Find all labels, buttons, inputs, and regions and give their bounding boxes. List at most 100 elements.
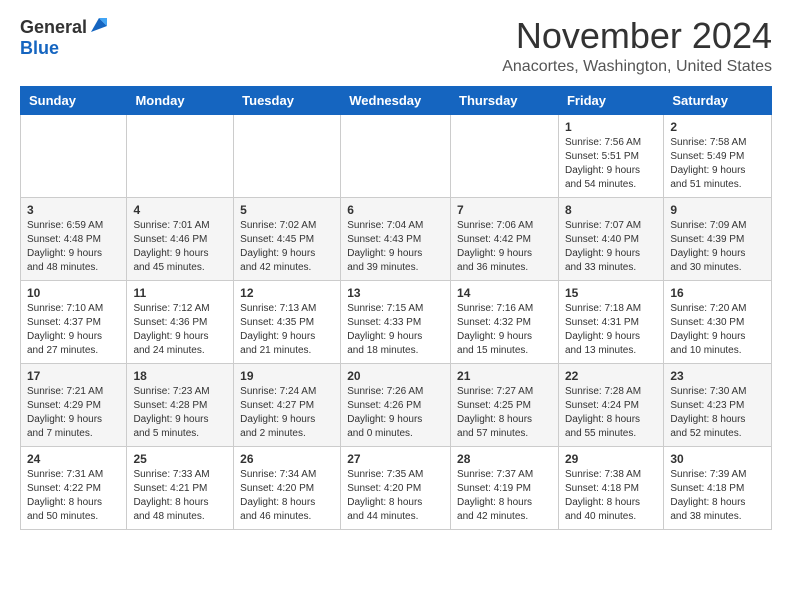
calendar-week-1: 1 Sunrise: 7:56 AM Sunset: 5:51 PM Daylig… [21,114,772,197]
day-info: Sunrise: 7:28 AM Sunset: 4:24 PM Dayligh… [565,385,657,441]
day-number: 18 [133,369,227,383]
day-info: Sunrise: 7:26 AM Sunset: 4:26 PM Dayligh… [347,385,444,441]
calendar-cell: 29 Sunrise: 7:38 AM Sunset: 4:18 PM Dayli… [558,446,663,529]
day-number: 14 [457,286,552,300]
day-number: 13 [347,286,444,300]
calendar-cell: 11Sunrise: 7:12 AM Sunset: 4:36 PM Dayli… [127,280,234,363]
calendar-header-friday: Friday [558,86,663,114]
calendar-cell: 12 Sunrise: 7:13 AM Sunset: 4:35 PM Dayli… [234,280,341,363]
calendar-cell: 16 Sunrise: 7:20 AM Sunset: 4:30 PM Dayli… [664,280,772,363]
month-title: November 2024 [502,16,772,56]
day-number: 30 [670,452,765,466]
calendar-cell: 9 Sunrise: 7:09 AM Sunset: 4:39 PM Daylig… [664,197,772,280]
logo-bird-icon [89,16,107,34]
day-info: Sunrise: 7:01 AM Sunset: 4:46 PM Dayligh… [133,219,227,275]
title-block: November 2024 Anacortes, Washington, Uni… [502,16,772,76]
day-number: 6 [347,203,444,217]
day-info: Sunrise: 7:12 AM Sunset: 4:36 PM Dayligh… [133,302,227,358]
page: General Blue November 2024 Anacortes, Wa… [0,0,792,546]
day-info: Sunrise: 7:37 AM Sunset: 4:19 PM Dayligh… [457,468,552,524]
day-number: 4 [133,203,227,217]
day-number: 5 [240,203,334,217]
day-info: Sunrise: 7:39 AM Sunset: 4:18 PM Dayligh… [670,468,765,524]
day-info: Sunrise: 7:38 AM Sunset: 4:18 PM Dayligh… [565,468,657,524]
day-info: Sunrise: 7:13 AM Sunset: 4:35 PM Dayligh… [240,302,334,358]
day-number: 15 [565,286,657,300]
day-number: 28 [457,452,552,466]
calendar-cell: 13Sunrise: 7:15 AM Sunset: 4:33 PM Dayli… [341,280,451,363]
calendar-week-3: 10Sunrise: 7:10 AM Sunset: 4:37 PM Dayli… [21,280,772,363]
day-info: Sunrise: 7:30 AM Sunset: 4:23 PM Dayligh… [670,385,765,441]
calendar-cell: 8Sunrise: 7:07 AM Sunset: 4:40 PM Daylig… [558,197,663,280]
calendar-header-tuesday: Tuesday [234,86,341,114]
calendar-cell: 6 Sunrise: 7:04 AM Sunset: 4:43 PM Daylig… [341,197,451,280]
day-info: Sunrise: 7:24 AM Sunset: 4:27 PM Dayligh… [240,385,334,441]
calendar-table: SundayMondayTuesdayWednesdayThursdayFrid… [20,86,772,530]
calendar-cell: 4 Sunrise: 7:01 AM Sunset: 4:46 PM Daylig… [127,197,234,280]
day-info: Sunrise: 7:18 AM Sunset: 4:31 PM Dayligh… [565,302,657,358]
day-info: Sunrise: 7:16 AM Sunset: 4:32 PM Dayligh… [457,302,552,358]
calendar-cell: 10Sunrise: 7:10 AM Sunset: 4:37 PM Dayli… [21,280,127,363]
calendar-cell: 5 Sunrise: 7:02 AM Sunset: 4:45 PM Daylig… [234,197,341,280]
logo-blue: Blue [20,39,59,59]
day-info: Sunrise: 7:20 AM Sunset: 4:30 PM Dayligh… [670,302,765,358]
calendar-cell [341,114,451,197]
day-number: 20 [347,369,444,383]
calendar-cell: 15 Sunrise: 7:18 AM Sunset: 4:31 PM Dayli… [558,280,663,363]
day-info: Sunrise: 7:35 AM Sunset: 4:20 PM Dayligh… [347,468,444,524]
calendar-cell: 27 Sunrise: 7:35 AM Sunset: 4:20 PM Dayli… [341,446,451,529]
day-number: 23 [670,369,765,383]
calendar-header-row: SundayMondayTuesdayWednesdayThursdayFrid… [21,86,772,114]
calendar-cell: 26 Sunrise: 7:34 AM Sunset: 4:20 PM Dayli… [234,446,341,529]
day-number: 27 [347,452,444,466]
calendar-cell [21,114,127,197]
day-info: Sunrise: 7:34 AM Sunset: 4:20 PM Dayligh… [240,468,334,524]
day-info: Sunrise: 6:59 AM Sunset: 4:48 PM Dayligh… [27,219,120,275]
calendar-cell [127,114,234,197]
day-number: 2 [670,120,765,134]
day-number: 16 [670,286,765,300]
calendar-header-thursday: Thursday [451,86,559,114]
day-info: Sunrise: 7:02 AM Sunset: 4:45 PM Dayligh… [240,219,334,275]
day-number: 21 [457,369,552,383]
calendar-cell: 17Sunrise: 7:21 AM Sunset: 4:29 PM Dayli… [21,363,127,446]
day-info: Sunrise: 7:07 AM Sunset: 4:40 PM Dayligh… [565,219,657,275]
day-number: 19 [240,369,334,383]
day-info: Sunrise: 7:27 AM Sunset: 4:25 PM Dayligh… [457,385,552,441]
day-number: 7 [457,203,552,217]
calendar-header-saturday: Saturday [664,86,772,114]
day-info: Sunrise: 7:06 AM Sunset: 4:42 PM Dayligh… [457,219,552,275]
calendar-cell: 25Sunrise: 7:33 AM Sunset: 4:21 PM Dayli… [127,446,234,529]
day-info: Sunrise: 7:31 AM Sunset: 4:22 PM Dayligh… [27,468,120,524]
day-number: 29 [565,452,657,466]
calendar-cell: 14 Sunrise: 7:16 AM Sunset: 4:32 PM Dayli… [451,280,559,363]
calendar-cell: 19 Sunrise: 7:24 AM Sunset: 4:27 PM Dayli… [234,363,341,446]
day-number: 25 [133,452,227,466]
day-number: 3 [27,203,120,217]
day-info: Sunrise: 7:09 AM Sunset: 4:39 PM Dayligh… [670,219,765,275]
calendar-cell: 24 Sunrise: 7:31 AM Sunset: 4:22 PM Dayli… [21,446,127,529]
day-number: 17 [27,369,120,383]
calendar-header-sunday: Sunday [21,86,127,114]
calendar-header-monday: Monday [127,86,234,114]
day-info: Sunrise: 7:10 AM Sunset: 4:37 PM Dayligh… [27,302,120,358]
location: Anacortes, Washington, United States [502,58,772,76]
day-info: Sunrise: 7:56 AM Sunset: 5:51 PM Dayligh… [565,136,657,192]
day-info: Sunrise: 7:58 AM Sunset: 5:49 PM Dayligh… [670,136,765,192]
calendar-cell: 23 Sunrise: 7:30 AM Sunset: 4:23 PM Dayli… [664,363,772,446]
day-info: Sunrise: 7:04 AM Sunset: 4:43 PM Dayligh… [347,219,444,275]
calendar-cell: 18Sunrise: 7:23 AM Sunset: 4:28 PM Dayli… [127,363,234,446]
day-number: 24 [27,452,120,466]
day-number: 26 [240,452,334,466]
day-number: 12 [240,286,334,300]
calendar-week-4: 17Sunrise: 7:21 AM Sunset: 4:29 PM Dayli… [21,363,772,446]
header: General Blue November 2024 Anacortes, Wa… [20,16,772,76]
calendar-header-wednesday: Wednesday [341,86,451,114]
calendar-cell: 30 Sunrise: 7:39 AM Sunset: 4:18 PM Dayli… [664,446,772,529]
day-number: 1 [565,120,657,134]
logo: General Blue [20,16,107,59]
calendar-cell [451,114,559,197]
calendar-cell: 28 Sunrise: 7:37 AM Sunset: 4:19 PM Dayli… [451,446,559,529]
calendar-week-2: 3 Sunrise: 6:59 AM Sunset: 4:48 PM Daylig… [21,197,772,280]
day-number: 9 [670,203,765,217]
